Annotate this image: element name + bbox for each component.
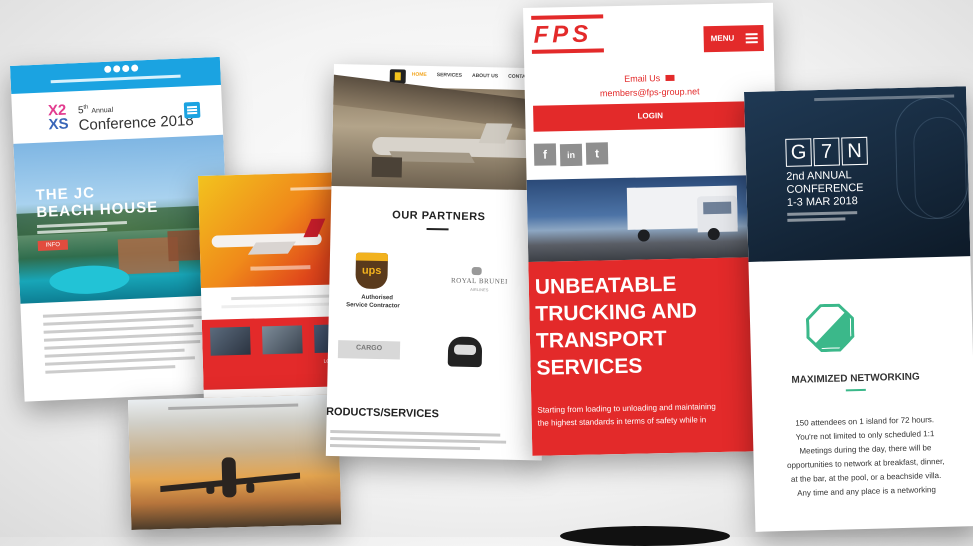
products-heading: PRODUCTS/SERVICES <box>325 405 440 421</box>
fps-headline-line2: TRUCKING AND <box>535 299 698 326</box>
fps-login-button[interactable]: LOGIN <box>533 100 768 132</box>
fps-menu-label: MENU <box>710 33 735 44</box>
g7n-mockup: G 7 N 2nd ANNUAL CONFERENCE 1-3 MAR 2018… <box>744 86 973 532</box>
fps-menu-button[interactable]: MENU <box>703 24 764 53</box>
products-text <box>329 430 510 451</box>
nav-about[interactable]: ABOUT US <box>472 73 498 80</box>
airline-intro-text <box>231 294 342 301</box>
fps-email-label: Email Us <box>524 71 774 86</box>
fps-headline-line4: SERVICES <box>536 354 643 380</box>
g7n-logo-n: N <box>841 136 868 166</box>
x2xs-ordinal: 5th Annual <box>78 104 114 117</box>
g7n-body: 150 attendees on 1 island for 72 hours. … <box>753 414 973 498</box>
fps-logo[interactable]: FPS <box>533 21 592 50</box>
cargo-logo-text: CARGO <box>355 344 383 353</box>
x2xs-annual: Annual <box>91 106 114 115</box>
g7n-body-line2: You're not limited to only scheduled 1:1 <box>795 429 935 442</box>
g7n-subtitle: 2nd ANNUAL <box>786 169 852 183</box>
royal-brunei-crest-icon <box>471 266 482 276</box>
g7n-hero <box>744 86 971 262</box>
partners-mockup: HOME SERVICES ABOUT US CONTACT SE OUR PA… <box>325 64 550 461</box>
royal-brunei-logo: ROYAL BRUNEI <box>450 276 509 286</box>
ups-caption-line2: Service Contractor <box>346 302 400 310</box>
helmet-logo-icon <box>447 336 483 368</box>
g7n-body-line5: at the bar, at the pool, or a beachside … <box>790 470 942 484</box>
hamburger-menu-icon[interactable] <box>183 101 201 119</box>
fps-headline-line3: TRANSPORT <box>535 327 667 353</box>
x2xs-social-icons[interactable] <box>104 64 139 73</box>
x2xs-conference-title: Conference 2018 <box>78 112 194 134</box>
x2xs-logo-bottom[interactable]: XS <box>48 116 69 134</box>
g7n-logo-7: 7 <box>813 137 840 167</box>
twitter-icon[interactable]: t <box>585 142 609 165</box>
g7n-heading-underline <box>845 388 866 392</box>
facebook-icon[interactable]: f <box>533 143 557 166</box>
fps-email-label-text: Email Us <box>624 73 661 84</box>
g7n-logo-g: G <box>785 138 812 167</box>
fps-email-address[interactable]: members@fps-group.net <box>525 85 775 100</box>
ups-logo-text: ups <box>361 264 382 278</box>
fps-headline-line1: UNBEATABLE <box>534 272 677 299</box>
g7n-body-line3: Meetings during the day, there will be <box>799 443 932 456</box>
g7n-body-line4: opportunities to network at breakfast, d… <box>786 456 945 470</box>
envelope-icon <box>665 74 675 82</box>
airplane-graphic <box>211 218 332 256</box>
g7n-logo[interactable]: G 7 N <box>785 136 868 167</box>
x2xs-body-text <box>42 307 214 378</box>
g7n-title: CONFERENCE <box>786 181 864 196</box>
airline-tile-1[interactable] <box>209 326 251 356</box>
x2xs-hero-button[interactable]: INFO <box>37 239 69 251</box>
x2xs-top-bar <box>10 56 222 94</box>
cargo-plane-hero <box>331 74 550 191</box>
sunset-airplane <box>160 456 301 500</box>
airline-tile-2[interactable] <box>261 325 303 355</box>
sunset-flight-mockup <box>128 394 342 530</box>
device-edge <box>560 526 730 546</box>
fps-mockup: FPS MENU Email Us members@fps-group.net … <box>523 2 783 456</box>
g7n-heading: MAXIMIZED NETWORKING <box>791 371 920 386</box>
fps-truck-photo <box>526 174 779 262</box>
g7n-body-line6: Any time and any place is a networking <box>797 485 936 498</box>
nav-services[interactable]: SERVICES <box>437 72 462 79</box>
g7n-body-line1: 150 attendees on 1 island for 72 hours. <box>795 415 935 428</box>
fps-logo-bar-top <box>531 14 604 20</box>
nav-home[interactable]: HOME <box>412 72 427 78</box>
linkedin-icon[interactable]: in <box>559 143 583 167</box>
fps-logo-bar-bottom <box>531 48 604 54</box>
partners-heading: OUR PARTNERS <box>392 209 486 224</box>
ups-caption-line1: Authorised <box>361 294 393 302</box>
royal-brunei-sub: AIRLINES <box>470 286 489 293</box>
g7n-dates: 1-3 MAR 2018 <box>786 195 858 209</box>
fps-menu-icon <box>745 32 758 44</box>
x2xs-ordinal-suffix: th <box>83 104 89 111</box>
networking-octagon-icon <box>806 303 855 352</box>
x2xs-conference-word: Conference <box>78 113 157 135</box>
fps-social-icons: f in t <box>533 142 612 167</box>
partners-heading-underline <box>426 227 449 231</box>
